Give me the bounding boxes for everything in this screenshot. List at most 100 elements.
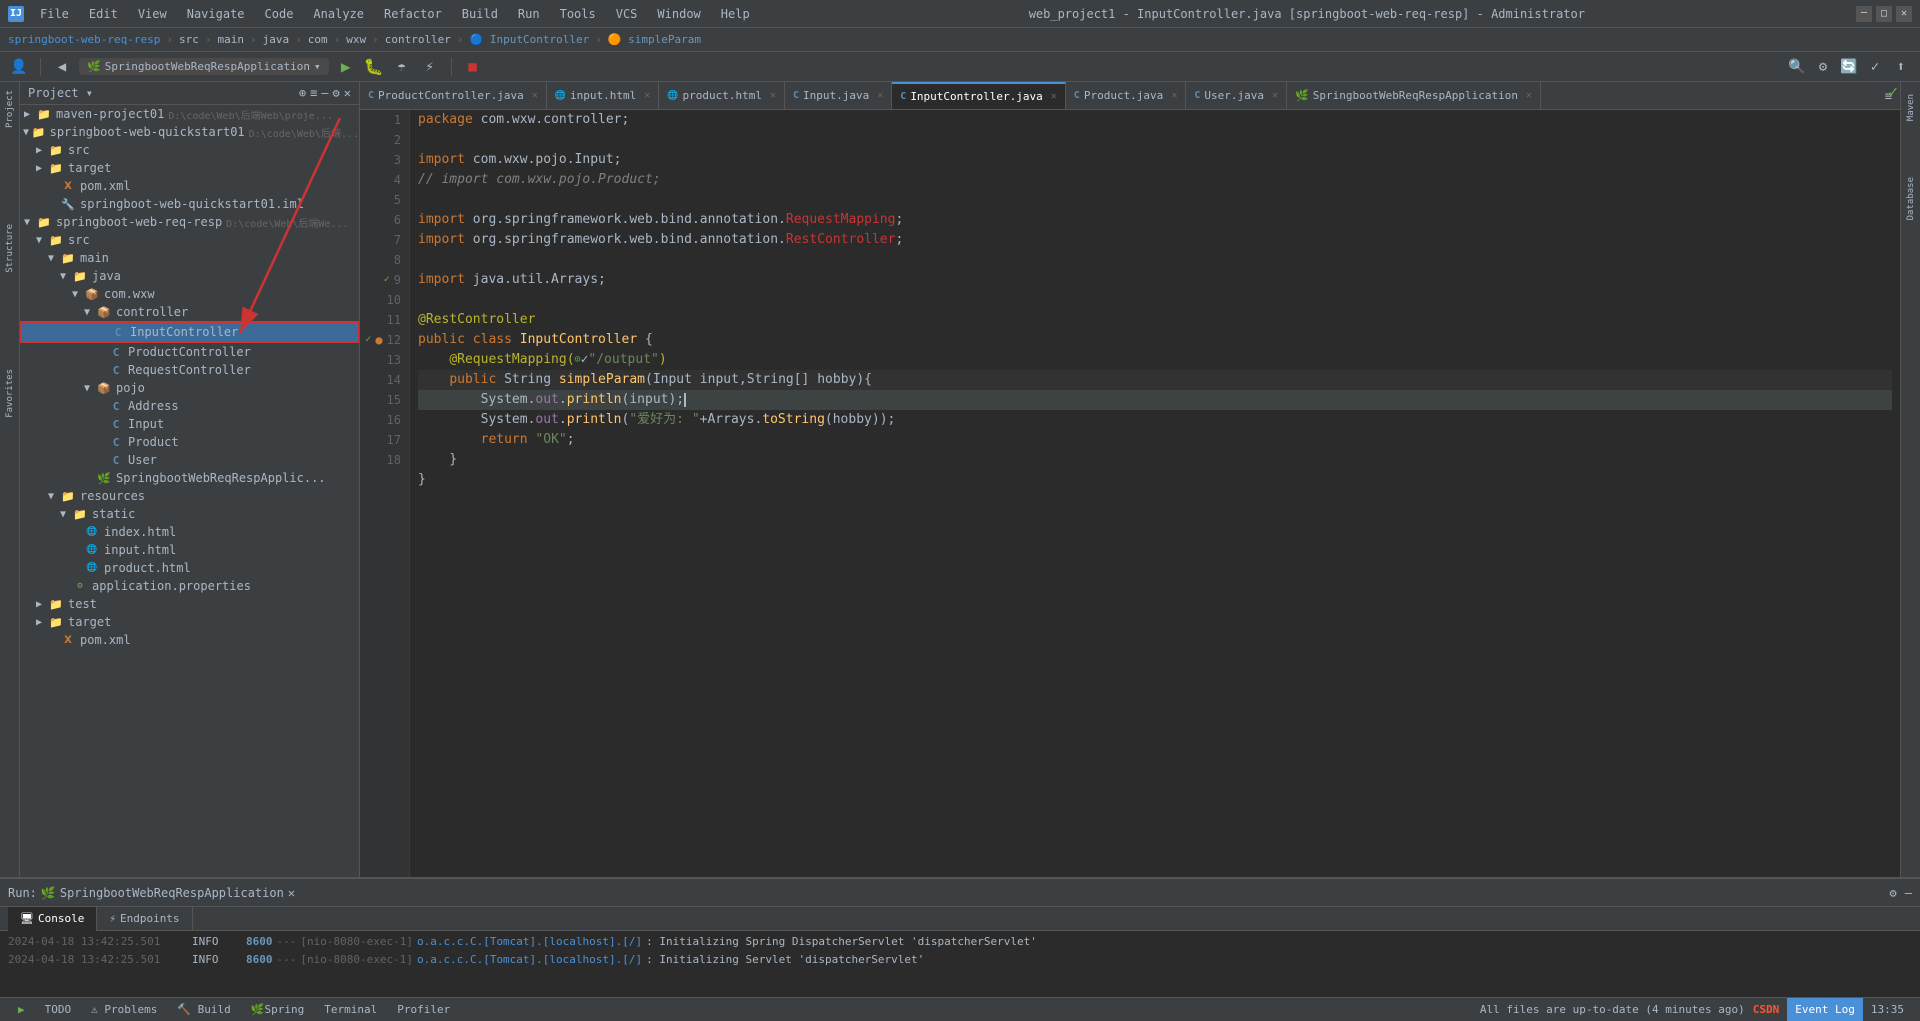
tree-item-req-resp[interactable]: ▼ 📁 springboot-web-req-resp D:\code\Web\… — [20, 213, 359, 231]
status-run-btn[interactable]: ▶ ▶ TODO — [8, 998, 35, 1021]
tree-locate-icon[interactable]: ⊕ — [299, 86, 306, 100]
tab-close-product-html[interactable]: ✕ — [770, 90, 776, 101]
maximize-button[interactable]: □ — [1876, 6, 1892, 22]
tab-spring-app[interactable]: 🌿 SpringbootWebReqRespApplication ✕ — [1287, 82, 1541, 110]
tree-item-test[interactable]: ▶ 📁 test — [20, 595, 359, 613]
run-button[interactable]: ▶ — [335, 56, 357, 78]
tree-close-icon[interactable]: ✕ — [344, 86, 351, 100]
close-button[interactable]: ✕ — [1896, 6, 1912, 22]
tree-collapse-icon[interactable]: — — [321, 86, 328, 100]
bottom-panel-content[interactable]: 2024-04-18 13:42:25.501 INFO 8600 --- [n… — [0, 931, 1920, 997]
right-tab-database[interactable]: Database — [1904, 169, 1918, 228]
search-everywhere[interactable]: 🔍 — [1786, 56, 1808, 78]
coverage-button[interactable]: ☂ — [391, 56, 413, 78]
breadcrumb-item[interactable]: springboot-web-req-resp — [8, 33, 160, 46]
tree-item-java[interactable]: ▼ 📁 java — [20, 267, 359, 285]
bottom-tab-endpoints[interactable]: ⚡ Endpoints — [97, 907, 192, 931]
tree-item-pom2[interactable]: 𝗫 pom.xml — [20, 631, 359, 649]
tree-item-input-html[interactable]: 🌐 input.html — [20, 541, 359, 559]
tab-product-java[interactable]: C Product.java ✕ — [1066, 82, 1187, 110]
tree-item-app-props[interactable]: ⚙ application.properties — [20, 577, 359, 595]
tab-product-controller[interactable]: C ProductController.java ✕ — [360, 82, 547, 110]
tree-item-quickstart[interactable]: ▼ 📁 springboot-web-quickstart01 D:\code\… — [20, 123, 359, 141]
menu-run[interactable]: Run — [510, 5, 548, 23]
status-profiler[interactable]: Profiler — [387, 998, 460, 1021]
tree-item-resources[interactable]: ▼ 📁 resources — [20, 487, 359, 505]
sidebar-tab-structure[interactable]: Structure — [3, 216, 17, 281]
run-configuration[interactable]: 🌿 SpringbootWebReqRespApplication ▾ — [79, 58, 329, 75]
run-close-btn[interactable]: — — [1905, 886, 1912, 900]
vcs-push[interactable]: ⬆ — [1890, 56, 1912, 78]
stop-button[interactable]: ■ — [462, 56, 484, 78]
tree-item-product-html[interactable]: 🌐 product.html — [20, 559, 359, 577]
tab-input-controller[interactable]: C InputController.java ✕ — [892, 82, 1066, 110]
tree-item-com-wxw[interactable]: ▼ 📦 com.wxw — [20, 285, 359, 303]
debug-button[interactable]: 🐛 — [363, 56, 385, 78]
tree-settings-icon[interactable]: ⚙ — [333, 86, 340, 100]
menu-tools[interactable]: Tools — [552, 5, 604, 23]
status-spring[interactable]: 🌿 Spring — [241, 998, 314, 1021]
breadcrumb-item[interactable]: main — [217, 33, 244, 46]
menu-navigate[interactable]: Navigate — [179, 5, 253, 23]
event-log-btn[interactable]: Event Log — [1787, 998, 1863, 1021]
tab-user-java[interactable]: C User.java ✕ — [1186, 82, 1287, 110]
menu-help[interactable]: Help — [713, 5, 758, 23]
sidebar-tab-project[interactable]: Project — [3, 82, 17, 136]
toolbar-navigate-back[interactable]: 👤 — [8, 56, 30, 78]
vcs-commit[interactable]: ✓ — [1864, 56, 1886, 78]
tree-item-pom1[interactable]: 𝗫 pom.xml — [20, 177, 359, 195]
tree-item-controller[interactable]: ▼ 📦 controller — [20, 303, 359, 321]
settings-button[interactable]: ⚙ — [1812, 56, 1834, 78]
status-build[interactable]: 🔨 Build — [167, 998, 240, 1021]
menu-build[interactable]: Build — [454, 5, 506, 23]
tree-item-request-controller[interactable]: C RequestController — [20, 361, 359, 379]
tree-item-user[interactable]: C User — [20, 451, 359, 469]
menu-vcs[interactable]: VCS — [608, 5, 646, 23]
tab-close-product-java[interactable]: ✕ — [1171, 90, 1177, 101]
tree-item-maven[interactable]: ▶ 📁 maven-project01 D:\code\Web\后端Web\pr… — [20, 105, 359, 123]
tab-input-java[interactable]: C Input.java ✕ — [785, 82, 892, 110]
toolbar-back[interactable]: ◀ — [51, 56, 73, 78]
tree-item-input-controller[interactable]: C InputController — [20, 321, 359, 343]
tree-item-product-controller[interactable]: C ProductController — [20, 343, 359, 361]
tree-item-main[interactable]: ▼ 📁 main — [20, 249, 359, 267]
status-todo[interactable]: TODO — [35, 998, 82, 1021]
tab-close-input-controller[interactable]: ✕ — [1051, 91, 1057, 102]
tree-item-product[interactable]: C Product — [20, 433, 359, 451]
tree-expand-icon[interactable]: ≡ — [310, 86, 317, 100]
breadcrumb-item[interactable]: src — [179, 33, 199, 46]
bottom-tab-console[interactable]: 🖥 Console — [8, 907, 97, 931]
sidebar-tab-favorites[interactable]: Favorites — [3, 361, 17, 426]
tree-item-target2[interactable]: ▶ 📁 target — [20, 613, 359, 631]
right-tab-maven[interactable]: Maven — [1904, 86, 1918, 129]
menu-file[interactable]: File — [32, 5, 77, 23]
tab-close-product[interactable]: ✕ — [532, 90, 538, 101]
menu-view[interactable]: View — [130, 5, 175, 23]
menu-edit[interactable]: Edit — [81, 5, 126, 23]
tab-product-html[interactable]: 🌐 product.html ✕ — [659, 82, 785, 110]
tree-item-src1[interactable]: ▶ 📁 src — [20, 141, 359, 159]
tab-close-user-java[interactable]: ✕ — [1272, 90, 1278, 101]
tab-close-input-java[interactable]: ✕ — [877, 90, 883, 101]
run-settings-btn[interactable]: ⚙ — [1890, 886, 1897, 900]
tree-item-iml[interactable]: 🔧 springboot-web-quickstart01.iml — [20, 195, 359, 213]
tree-item-target1[interactable]: ▶ 📁 target — [20, 159, 359, 177]
code-content[interactable]: package com.wxw.controller; import com.w… — [410, 110, 1900, 877]
breadcrumb-item[interactable]: com — [308, 33, 328, 46]
menu-refactor[interactable]: Refactor — [376, 5, 450, 23]
tab-close-input-html[interactable]: ✕ — [644, 90, 650, 101]
menu-analyze[interactable]: Analyze — [305, 5, 372, 23]
tree-item-index-html[interactable]: 🌐 index.html — [20, 523, 359, 541]
status-problems[interactable]: ⚠ Problems — [81, 998, 167, 1021]
tree-item-input[interactable]: C Input — [20, 415, 359, 433]
breadcrumb-item[interactable]: controller — [385, 33, 451, 46]
breadcrumb-item[interactable]: wxw — [346, 33, 366, 46]
tree-item-pojo[interactable]: ▼ 📦 pojo — [20, 379, 359, 397]
breadcrumb-item[interactable]: java — [263, 33, 290, 46]
tab-close-spring-app[interactable]: ✕ — [1526, 90, 1532, 101]
tab-input-html[interactable]: 🌐 input.html ✕ — [547, 82, 659, 110]
vcs-update[interactable]: 🔄 — [1838, 56, 1860, 78]
code-editor[interactable]: 1 2 3 4 5 6 7 8 ✓ 9 10 11 ✓ ● — [360, 110, 1900, 877]
menu-window[interactable]: Window — [649, 5, 708, 23]
tree-item-src2[interactable]: ▼ 📁 src — [20, 231, 359, 249]
